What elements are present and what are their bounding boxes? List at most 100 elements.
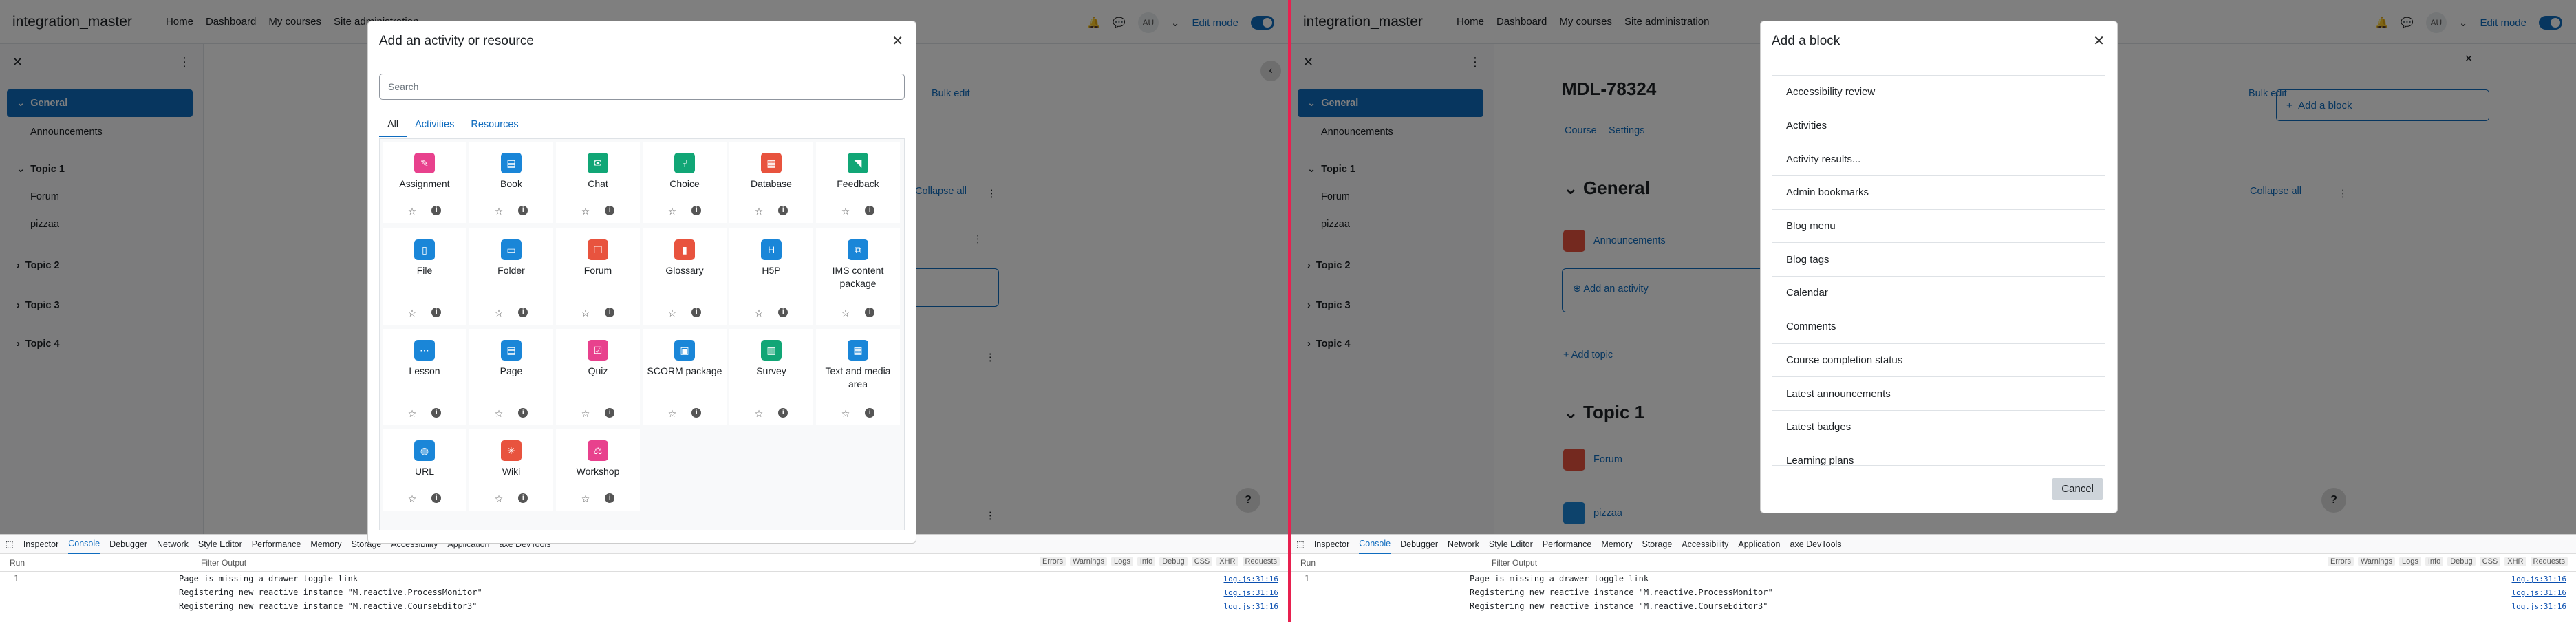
tab-resources[interactable]: Resources <box>462 114 526 137</box>
filter-xhr[interactable]: XHR <box>1216 557 1238 566</box>
filter-css[interactable]: CSS <box>1191 557 1213 566</box>
activity-tile[interactable]: ▦ Database ☆ i <box>729 142 813 223</box>
activity-tile[interactable]: ◥ Feedback ☆ i <box>816 142 900 223</box>
info-icon[interactable]: i <box>865 408 875 418</box>
block-option[interactable]: Activities <box>1772 109 2105 143</box>
activity-search-input[interactable]: Search <box>379 74 905 100</box>
tab-all[interactable]: All <box>379 114 407 137</box>
star-icon[interactable]: ☆ <box>668 206 677 217</box>
star-icon[interactable]: ☆ <box>581 206 590 217</box>
star-icon[interactable]: ☆ <box>495 308 504 319</box>
star-icon[interactable]: ☆ <box>841 408 850 420</box>
info-icon[interactable]: i <box>605 493 615 503</box>
star-icon[interactable]: ☆ <box>408 408 417 420</box>
filter-warnings[interactable]: Warnings <box>1069 557 1108 566</box>
filter-css[interactable]: CSS <box>2479 557 2501 566</box>
block-option[interactable]: Activity results... <box>1772 142 2105 177</box>
star-icon[interactable]: ☆ <box>581 308 590 319</box>
info-icon[interactable]: i <box>691 206 702 215</box>
filter-debug[interactable]: Debug <box>1159 557 1188 566</box>
tab-accessibility[interactable]: Accessibility <box>1682 539 1728 549</box>
star-icon[interactable]: ☆ <box>408 493 417 505</box>
tab-performance[interactable]: Performance <box>252 539 301 549</box>
activity-tile[interactable]: ▮ Glossary ☆ i <box>643 228 727 325</box>
info-icon[interactable]: i <box>778 408 788 418</box>
activity-tile[interactable]: ▦ Text and media area ☆ i <box>816 329 900 425</box>
filter-errors[interactable]: Errors <box>1040 557 1066 566</box>
info-icon[interactable]: i <box>778 308 788 317</box>
activity-tile[interactable]: ▯ File ☆ i <box>383 228 466 325</box>
info-icon[interactable]: i <box>518 206 528 215</box>
star-icon[interactable]: ☆ <box>495 408 504 420</box>
devtools-pick-icon[interactable]: ⬚ <box>6 539 14 549</box>
star-icon[interactable]: ☆ <box>841 308 850 319</box>
block-option[interactable]: Accessibility review <box>1772 76 2105 109</box>
activity-tile[interactable]: ⋯ Lesson ☆ i <box>383 329 466 425</box>
info-icon[interactable]: i <box>691 408 702 418</box>
info-icon[interactable]: i <box>865 206 875 215</box>
star-icon[interactable]: ☆ <box>408 308 417 319</box>
info-icon[interactable]: i <box>605 408 615 418</box>
info-icon[interactable]: i <box>431 308 442 317</box>
tab-memory[interactable]: Memory <box>310 539 341 549</box>
star-icon[interactable]: ☆ <box>408 206 417 217</box>
tab-inspector[interactable]: Inspector <box>1314 539 1349 549</box>
tab-style-editor[interactable]: Style Editor <box>198 539 242 549</box>
star-icon[interactable]: ☆ <box>581 493 590 505</box>
filter-requests[interactable]: Requests <box>1242 557 1280 566</box>
activity-tile[interactable]: ✉ Chat ☆ i <box>556 142 640 223</box>
activity-tile[interactable]: ▣ SCORM package ☆ i <box>643 329 727 425</box>
info-icon[interactable]: i <box>518 408 528 418</box>
info-icon[interactable]: i <box>431 493 442 503</box>
activity-tile[interactable]: ⚖ Workshop ☆ i <box>556 429 640 511</box>
filter-info[interactable]: Info <box>2425 557 2444 566</box>
tab-activities[interactable]: Activities <box>407 114 462 137</box>
tab-memory[interactable]: Memory <box>1601 539 1632 549</box>
block-option[interactable]: Blog tags <box>1772 243 2105 277</box>
star-icon[interactable]: ☆ <box>668 308 677 319</box>
activity-tile[interactable]: ⧉ IMS content package ☆ i <box>816 228 900 325</box>
info-icon[interactable]: i <box>518 308 528 317</box>
close-icon[interactable]: ✕ <box>892 32 903 50</box>
filter-output-input[interactable]: Filter Output <box>1492 558 1537 568</box>
info-icon[interactable]: i <box>691 308 702 317</box>
run-button[interactable]: Run <box>10 558 25 568</box>
star-icon[interactable]: ☆ <box>495 206 504 217</box>
block-option[interactable]: Learning plans <box>1772 444 2105 465</box>
close-icon[interactable]: ✕ <box>2093 32 2105 50</box>
filter-warnings[interactable]: Warnings <box>2357 557 2396 566</box>
cancel-button[interactable]: Cancel <box>2052 478 2103 500</box>
activity-tile[interactable]: ▭ Folder ☆ i <box>469 228 553 325</box>
activity-tile[interactable]: ▤ Page ☆ i <box>469 329 553 425</box>
tab-network[interactable]: Network <box>157 539 189 549</box>
info-icon[interactable]: i <box>431 206 442 215</box>
star-icon[interactable]: ☆ <box>755 206 764 217</box>
filter-debug[interactable]: Debug <box>2447 557 2476 566</box>
activity-tile[interactable]: ▥ Survey ☆ i <box>729 329 813 425</box>
block-option[interactable]: Calendar <box>1772 277 2105 310</box>
tab-application[interactable]: Application <box>1738 539 1780 549</box>
activity-tile[interactable]: ▤ Book ☆ i <box>469 142 553 223</box>
tab-inspector[interactable]: Inspector <box>23 539 58 549</box>
activity-tile[interactable]: ✳ Wiki ☆ i <box>469 429 553 511</box>
star-icon[interactable]: ☆ <box>495 493 504 505</box>
tab-console[interactable]: Console <box>68 535 100 554</box>
activity-tile[interactable]: H H5P ☆ i <box>729 228 813 325</box>
activity-tile[interactable]: ◍ URL ☆ i <box>383 429 466 511</box>
info-icon[interactable]: i <box>778 206 788 215</box>
block-option[interactable]: Admin bookmarks <box>1772 176 2105 210</box>
tab-performance[interactable]: Performance <box>1543 539 1592 549</box>
tab-axe-devtools[interactable]: axe DevTools <box>1790 539 1842 549</box>
star-icon[interactable]: ☆ <box>755 308 764 319</box>
block-option[interactable]: Course completion status <box>1772 344 2105 378</box>
tab-debugger[interactable]: Debugger <box>1400 539 1438 549</box>
filter-logs[interactable]: Logs <box>1111 557 1133 566</box>
filter-info[interactable]: Info <box>1137 557 1156 566</box>
activity-tile[interactable]: ✎ Assignment ☆ i <box>383 142 466 223</box>
tab-style-editor[interactable]: Style Editor <box>1489 539 1533 549</box>
info-icon[interactable]: i <box>431 408 442 418</box>
star-icon[interactable]: ☆ <box>581 408 590 420</box>
info-icon[interactable]: i <box>605 206 615 215</box>
info-icon[interactable]: i <box>518 493 528 503</box>
block-option[interactable]: Comments <box>1772 310 2105 344</box>
